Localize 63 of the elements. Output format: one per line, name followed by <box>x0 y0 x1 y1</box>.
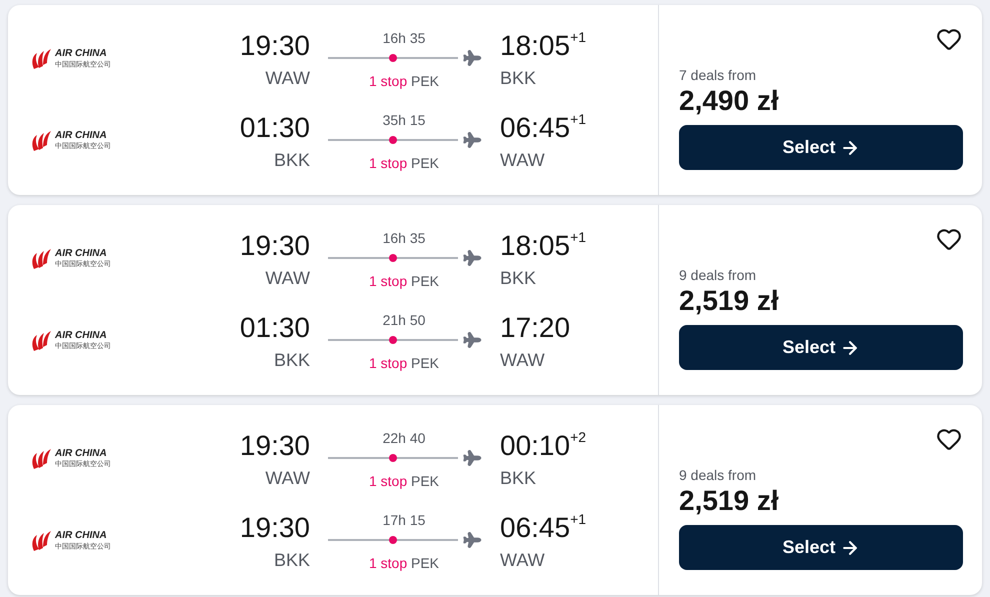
flight-duration: 21h 50 <box>382 312 426 328</box>
flight-duration: 16h 35 <box>382 30 426 46</box>
airline-name: AIR CHINA <box>55 130 108 141</box>
airline-name: AIR CHINA <box>55 48 108 59</box>
select-button[interactable]: Select <box>679 325 963 370</box>
arrival-airport: BKK <box>500 68 536 88</box>
select-button[interactable]: Select <box>679 525 963 570</box>
arrival-airport: BKK <box>500 268 536 288</box>
departure-airport: BKK <box>274 150 310 170</box>
stop-info: 1 stop PEK <box>368 272 440 288</box>
departure-time: 19:30 <box>240 230 310 262</box>
arrival-airport: WAW <box>500 350 545 370</box>
flight-duration: 35h 15 <box>382 112 426 128</box>
stop-info: 1 stop PEK <box>368 472 440 488</box>
arrival-time: 06:45$^{+1}$ <box>500 112 586 144</box>
phoenix-logo-icon <box>30 447 52 471</box>
stop-info: 1 stop PEK <box>368 554 440 570</box>
departure-airport: WAW <box>265 468 310 488</box>
departure-time: 19:30 <box>240 30 310 62</box>
price: 2,519 zł <box>679 485 780 517</box>
stop-dot <box>389 54 397 62</box>
arrival-airport: WAW <box>500 150 545 170</box>
arrival-airport: BKK <box>500 468 536 488</box>
flight-duration: 16h 35 <box>382 230 426 246</box>
phoenix-logo-icon <box>30 129 52 153</box>
departure-airport: WAW <box>265 268 310 288</box>
arrival-time: 17:20 <box>500 312 570 344</box>
stop-info: 1 stop PEK <box>368 72 440 88</box>
airline-name: AIR CHINA <box>55 330 108 341</box>
stop-dot <box>389 536 397 544</box>
departure-airport: WAW <box>265 68 310 88</box>
price: 2,519 zł <box>679 285 780 317</box>
arrival-airport: WAW <box>500 550 545 570</box>
stop-dot <box>389 454 397 462</box>
price: 2,490 zł <box>679 85 780 117</box>
arrival-time: 00:10$^{+2}$ <box>500 430 586 462</box>
departure-time: 19:30 <box>240 512 310 544</box>
phoenix-logo-icon <box>30 47 52 71</box>
arrival-time: 18:05$^{+1}$ <box>500 230 586 262</box>
deals-count: 9 deals from <box>679 267 758 283</box>
deals-count: 9 deals from <box>679 467 758 483</box>
airline-name: AIR CHINA <box>55 248 108 259</box>
phoenix-logo-icon <box>30 247 52 271</box>
deals-count: 7 deals from <box>679 67 758 83</box>
departure-airport: BKK <box>274 550 310 570</box>
departure-time: 01:30 <box>240 312 310 344</box>
departure-airport: BKK <box>274 350 310 370</box>
stop-info: 1 stop PEK <box>368 154 440 170</box>
select-button[interactable]: Select <box>679 125 963 170</box>
arrival-time: 06:45$^{+1}$ <box>500 512 586 544</box>
departure-time: 01:30 <box>240 112 310 144</box>
flight-duration: 17h 15 <box>382 512 426 528</box>
flight-duration: 22h 40 <box>382 430 426 446</box>
phoenix-logo-icon <box>30 329 52 353</box>
stop-dot <box>389 254 397 262</box>
airline-name: AIR CHINA <box>55 530 108 541</box>
departure-time: 19:30 <box>240 430 310 462</box>
phoenix-logo-icon <box>30 529 52 553</box>
stop-dot <box>389 336 397 344</box>
stop-info: 1 stop PEK <box>368 354 440 370</box>
stop-dot <box>389 136 397 144</box>
airline-name: AIR CHINA <box>55 448 108 459</box>
arrival-time: 18:05$^{+1}$ <box>500 30 586 62</box>
